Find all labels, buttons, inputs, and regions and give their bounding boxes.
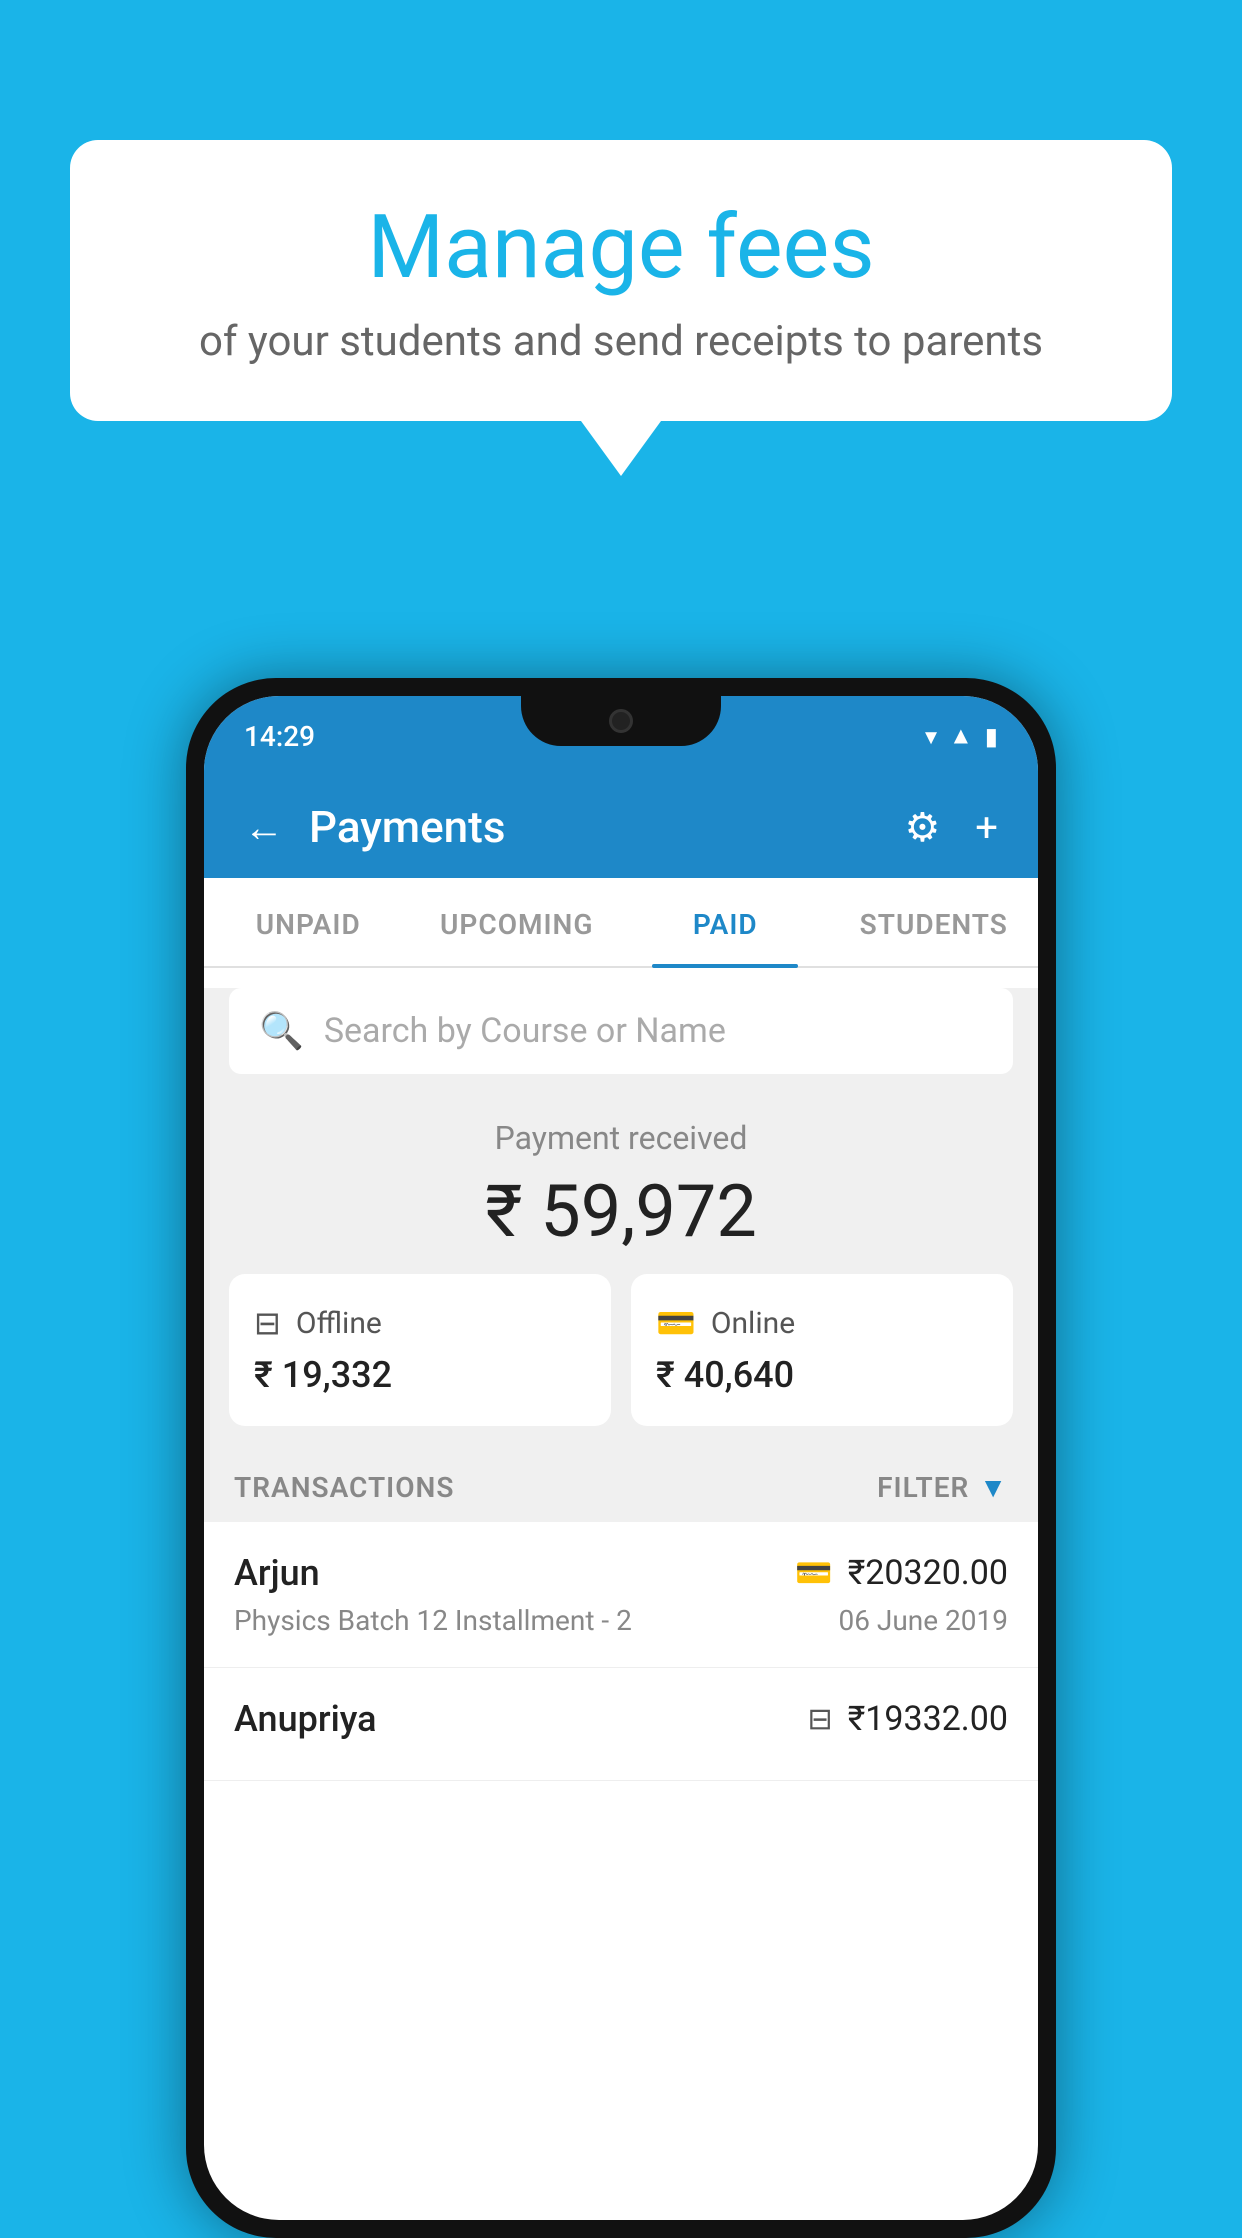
status-bar: 14:29 ▾ ▲ ▮ <box>204 696 1038 776</box>
payment-type-icon: 💳 <box>795 1556 832 1591</box>
transaction-row-top: Anupriya ⊟ ₹19332.00 <box>234 1698 1008 1740</box>
transaction-amount: ₹19332.00 <box>848 1699 1008 1739</box>
transaction-name: Arjun <box>234 1552 320 1594</box>
transaction-item[interactable]: Anupriya ⊟ ₹19332.00 <box>204 1668 1038 1781</box>
phone-time: 14:29 <box>244 720 315 753</box>
transaction-amount: ₹20320.00 <box>848 1553 1008 1593</box>
online-amount: ₹ 40,640 <box>656 1354 988 1396</box>
offline-label: Offline <box>296 1306 382 1341</box>
status-icons: ▾ ▲ ▮ <box>925 722 998 751</box>
transaction-course: Physics Batch 12 Installment - 2 <box>234 1604 632 1637</box>
add-icon[interactable]: + <box>975 804 998 851</box>
speech-bubble: Manage fees of your students and send re… <box>70 140 1172 421</box>
online-payment-card: 💳 Online ₹ 40,640 <box>631 1274 1013 1426</box>
signal-icon: ▲ <box>949 722 973 751</box>
speech-bubble-subtitle: of your students and send receipts to pa… <box>130 317 1112 366</box>
payment-total-amount: ₹ 59,972 <box>229 1169 1013 1254</box>
payment-received-label: Payment received <box>229 1119 1013 1157</box>
search-bar[interactable]: 🔍 Search by Course or Name <box>229 988 1013 1074</box>
settings-icon[interactable]: ⚙ <box>904 804 940 851</box>
transaction-item[interactable]: Arjun 💳 ₹20320.00 Physics Batch 12 Insta… <box>204 1522 1038 1668</box>
phone-frame: 14:29 ▾ ▲ ▮ ← Payments ⚙ + UNPAID U <box>186 678 1056 2238</box>
content-area: 🔍 Search by Course or Name Payment recei… <box>204 988 1038 1781</box>
phone-camera <box>609 709 633 733</box>
tab-paid[interactable]: PAID <box>621 878 830 966</box>
offline-card-header: ⊟ Offline <box>254 1304 586 1342</box>
transaction-date: 06 June 2019 <box>838 1604 1008 1637</box>
transaction-name: Anupriya <box>234 1698 377 1740</box>
header-left: ← Payments <box>244 801 505 853</box>
filter-button[interactable]: FILTER ▼ <box>877 1471 1008 1504</box>
wifi-icon: ▾ <box>925 722 937 750</box>
transactions-header: TRANSACTIONS FILTER ▼ <box>204 1451 1038 1522</box>
tab-unpaid[interactable]: UNPAID <box>204 878 413 966</box>
online-label: Online <box>711 1306 795 1341</box>
search-placeholder: Search by Course or Name <box>324 1011 726 1051</box>
payment-cards: ⊟ Offline ₹ 19,332 💳 Online ₹ 40,640 <box>204 1274 1038 1451</box>
transactions-label: TRANSACTIONS <box>234 1471 454 1504</box>
payment-type-icon: ⊟ <box>808 1702 833 1737</box>
header-title: Payments <box>309 801 505 853</box>
transactions-list: Arjun 💳 ₹20320.00 Physics Batch 12 Insta… <box>204 1522 1038 1781</box>
transaction-amount-row: 💳 ₹20320.00 <box>795 1553 1008 1593</box>
back-button[interactable]: ← <box>244 804 284 851</box>
online-card-header: 💳 Online <box>656 1304 988 1342</box>
tabs-bar: UNPAID UPCOMING PAID STUDENTS <box>204 878 1038 968</box>
phone-notch <box>521 696 721 746</box>
offline-icon: ⊟ <box>254 1304 281 1342</box>
transaction-amount-row: ⊟ ₹19332.00 <box>808 1699 1008 1739</box>
speech-bubble-container: Manage fees of your students and send re… <box>70 140 1172 476</box>
tab-upcoming[interactable]: UPCOMING <box>413 878 622 966</box>
app-header: ← Payments ⚙ + <box>204 776 1038 878</box>
filter-icon: ▼ <box>979 1471 1008 1504</box>
transaction-row-top: Arjun 💳 ₹20320.00 <box>234 1552 1008 1594</box>
transaction-row-bottom: Physics Batch 12 Installment - 2 06 June… <box>234 1604 1008 1637</box>
battery-icon: ▮ <box>985 722 998 750</box>
online-icon: 💳 <box>656 1304 696 1342</box>
phone-screen: 14:29 ▾ ▲ ▮ ← Payments ⚙ + UNPAID U <box>204 696 1038 2220</box>
offline-amount: ₹ 19,332 <box>254 1354 586 1396</box>
offline-payment-card: ⊟ Offline ₹ 19,332 <box>229 1274 611 1426</box>
search-icon: 🔍 <box>259 1010 304 1052</box>
payment-summary: Payment received ₹ 59,972 <box>204 1084 1038 1274</box>
filter-label: FILTER <box>877 1471 969 1504</box>
speech-bubble-arrow <box>581 421 661 476</box>
header-right: ⚙ + <box>904 804 998 851</box>
speech-bubble-title: Manage fees <box>130 200 1112 297</box>
tab-students[interactable]: STUDENTS <box>830 878 1039 966</box>
